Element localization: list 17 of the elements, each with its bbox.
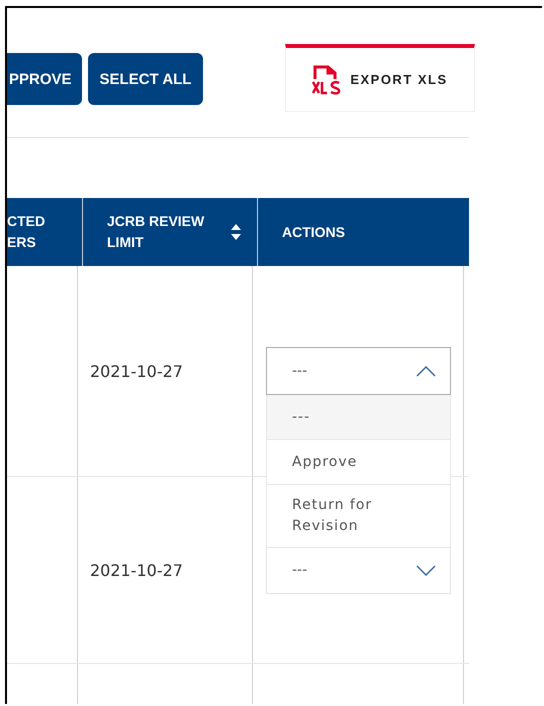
action-select[interactable]: ---: [266, 347, 451, 395]
action-select[interactable]: ---: [266, 546, 451, 594]
column-header: JCRB REVIEW LIMIT: [107, 212, 204, 252]
sort-icon[interactable]: [231, 222, 241, 242]
dropdown-option[interactable]: Return for Revision: [266, 485, 451, 548]
column-header: CTED ERS: [7, 212, 46, 252]
date-cell-text: 2021-10-27: [89, 362, 183, 380]
xls-file-icon: [312, 64, 342, 94]
column-header: ACTIONS: [282, 222, 345, 242]
approve-button[interactable]: PPROVE: [7, 53, 82, 105]
date-cell-text: 2021-10-27: [89, 560, 183, 580]
caret-icon: [416, 564, 436, 576]
select-all-button[interactable]: SELECT ALL: [88, 53, 204, 105]
caret-icon: [416, 366, 436, 376]
dropdown-option[interactable]: Approve: [266, 440, 451, 485]
dropdown-option[interactable]: ---: [266, 395, 451, 440]
export-xls-button[interactable]: EXPORT XLS: [285, 44, 475, 112]
